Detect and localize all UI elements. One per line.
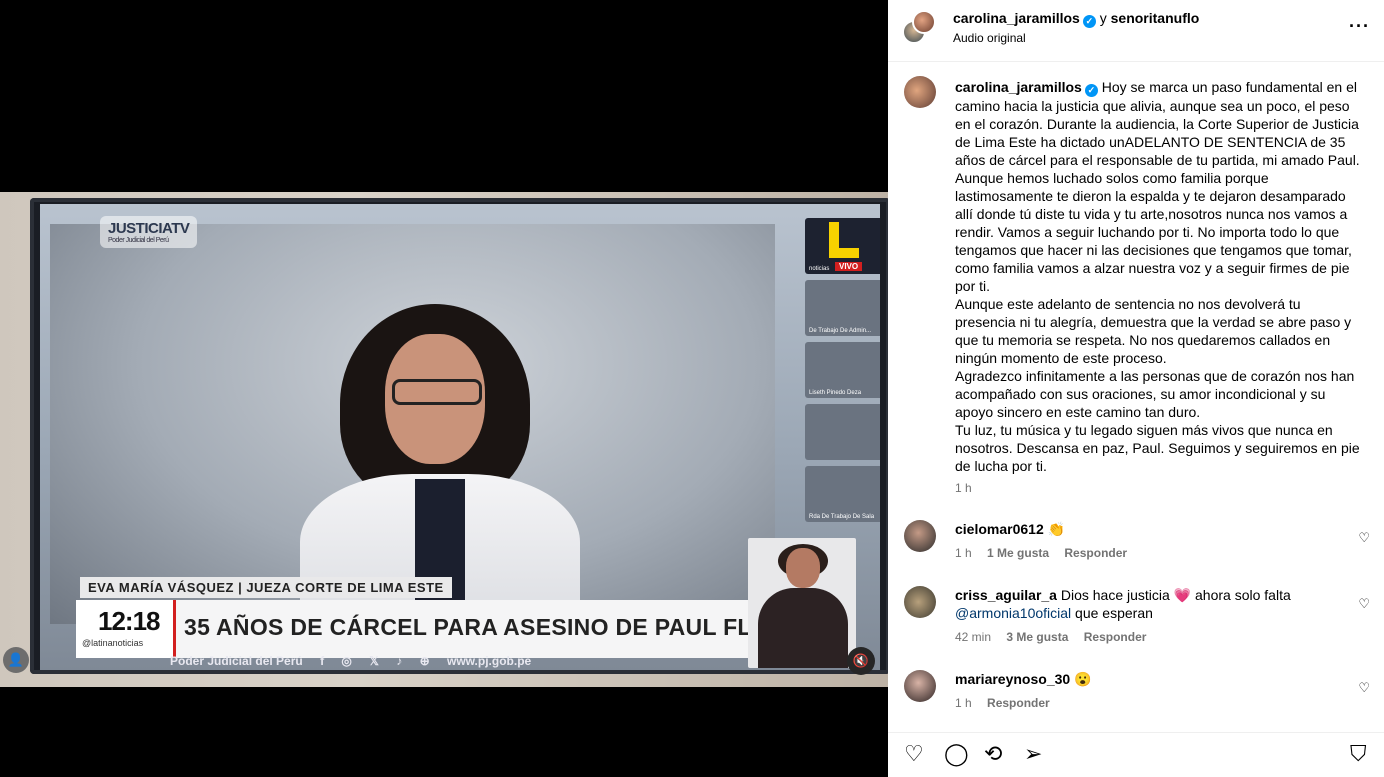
post-actions-bar: ♡ ◯ ⟲ ➢ ⛉ — [888, 732, 1384, 777]
avatar[interactable] — [904, 586, 936, 618]
post-header: carolina_jaramillos ✓ y senoritanuflo Aud… — [888, 0, 1384, 62]
clock-time: 12:18 — [98, 606, 160, 636]
comment-meta: 1 h Responder — [955, 696, 1050, 710]
thumb-participant — [805, 404, 880, 460]
news-headline: 35 AÑOS DE CÁRCEL PARA ASESINO DE PAUL F… — [184, 614, 819, 640]
tiktok-icon: ♪ — [396, 654, 403, 668]
collab-avatars[interactable] — [902, 10, 938, 46]
likes-count[interactable]: 3 Me gusta — [1006, 630, 1068, 644]
comment-meta: 1 h 1 Me gusta Responder — [955, 546, 1128, 560]
username-link[interactable]: criss_aguilar_a — [955, 587, 1057, 603]
main-camera-feed — [50, 224, 775, 644]
username-link[interactable]: carolina_jaramillos — [953, 10, 1080, 26]
comment-meta: 42 min 3 Me gusta Responder — [955, 630, 1147, 644]
caption-text: Hoy se marca un paso fundamental en el c… — [955, 79, 1360, 474]
avatar — [912, 10, 936, 34]
more-options-icon[interactable]: ··· — [1349, 16, 1370, 37]
username-link[interactable]: carolina_jaramillos — [955, 79, 1082, 95]
like-heart-icon[interactable]: ♡ — [904, 743, 924, 765]
username-link[interactable]: senoritanuflo — [1111, 10, 1200, 26]
verified-icon: ✓ — [1084, 84, 1098, 97]
news-lower-third: 12:18 @latinanoticias 35 AÑOS DE CÁRCEL … — [76, 600, 818, 658]
verified-icon: ✓ — [1082, 15, 1096, 28]
facebook-icon: f — [320, 654, 325, 668]
collab-usernames: carolina_jaramillos ✓ y senoritanuflo — [953, 10, 1200, 28]
post-panel: carolina_jaramillos ✓ y senoritanuflo Aud… — [888, 0, 1384, 777]
channel-handle: @latinanoticias — [82, 638, 144, 648]
like-heart-icon[interactable]: ♡ — [1358, 680, 1370, 696]
reply-button[interactable]: Responder — [987, 696, 1050, 710]
repost-icon[interactable]: ⟲ — [984, 743, 1002, 765]
like-heart-icon[interactable]: ♡ — [1358, 530, 1370, 546]
thumb-participant: Rda De Trabajo De Sala — [805, 466, 880, 522]
comment-text: 👏 — [1047, 521, 1066, 537]
tagged-users-icon[interactable]: 👤 — [3, 647, 29, 673]
judge-figure — [300, 294, 580, 644]
avatar[interactable] — [904, 670, 936, 702]
instagram-icon: ◎ — [341, 654, 352, 668]
thumb-latina: noticias VIVO — [805, 218, 880, 274]
avatar[interactable] — [904, 76, 936, 108]
justiciatv-logo: JUSTICIATV Poder Judicial del Perú — [100, 216, 198, 248]
post-time[interactable]: 1 h — [955, 481, 972, 495]
web-icon: ⊕ — [419, 654, 430, 668]
thumb-participant: De Trabajo De Admin... — [805, 280, 880, 336]
sign-language-interpreter — [748, 538, 856, 668]
reply-button[interactable]: Responder — [1064, 546, 1127, 560]
comment-icon[interactable]: ◯ — [944, 743, 969, 765]
clock-box: 12:18 @latinanoticias — [76, 600, 176, 658]
mention-link[interactable]: @armonia10oficial — [955, 605, 1071, 621]
comment-text: 😮 — [1074, 671, 1092, 687]
mute-icon[interactable]: 🔇 — [847, 647, 875, 675]
like-heart-icon[interactable]: ♡ — [1358, 596, 1370, 612]
reply-button[interactable]: Responder — [1084, 630, 1147, 644]
tv-footer: Poder Judicial del Perú f ◎ 𝕏 ♪ ⊕ www.pj… — [170, 654, 532, 668]
comment-text: Dios hace justicia 💗 ahora solo falta — [1060, 587, 1291, 603]
audio-link[interactable]: Audio original — [953, 31, 1026, 45]
share-icon[interactable]: ➢ — [1024, 743, 1042, 765]
live-badge: VIVO — [835, 262, 863, 271]
avatar[interactable] — [904, 520, 936, 552]
username-link[interactable]: mariareynoso_30 — [955, 671, 1070, 687]
likes-count[interactable]: 1 Me gusta — [987, 546, 1049, 560]
reel-video-area[interactable]: JUSTICIATV Poder Judicial del Perú notic… — [0, 0, 888, 777]
comments-scroll[interactable]: carolina_jaramillos ✓ Hoy se marca un pas… — [888, 62, 1384, 732]
name-strip: EVA MARÍA VÁSQUEZ | JUEZA CORTE DE LIMA … — [80, 577, 452, 598]
save-bookmark-icon[interactable]: ⛉ — [1350, 743, 1367, 765]
username-link[interactable]: cielomar0612 — [955, 521, 1044, 537]
thumb-participant: Liseth Pinedo Deza — [805, 342, 880, 398]
x-icon: 𝕏 — [369, 654, 379, 668]
